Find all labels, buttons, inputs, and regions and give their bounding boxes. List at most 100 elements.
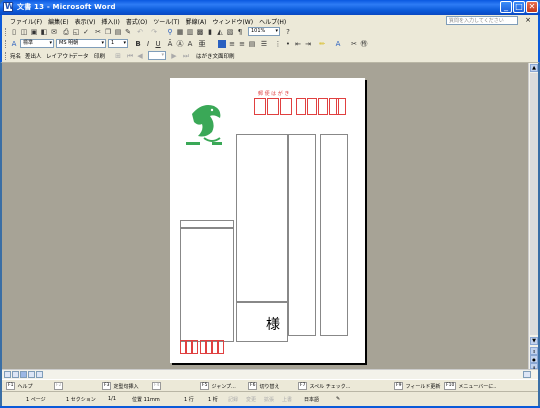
new-document-icon[interactable]: ▯ <box>10 28 18 36</box>
next-record-icon[interactable]: ▶ <box>170 52 178 60</box>
line-spacing-icon[interactable]: ☰ <box>260 40 268 48</box>
drawing-icon[interactable]: ◭ <box>216 28 224 36</box>
align-justify-icon[interactable]: ≡ <box>218 40 226 48</box>
redo-icon[interactable]: ↷ <box>150 28 158 36</box>
spelling-status-icon[interactable]: ✎ <box>336 396 340 402</box>
character-border-icon[interactable]: Ā <box>166 40 174 48</box>
prev-page-icon[interactable]: ⇞ <box>530 347 538 355</box>
fkey-f10[interactable]: F10 メニューバーに.. <box>444 382 496 390</box>
help-icon[interactable]: ? <box>284 28 292 36</box>
sender-company-field[interactable] <box>180 220 234 228</box>
minimize-button[interactable]: _ <box>500 1 512 13</box>
toolbar-grip[interactable] <box>5 52 7 60</box>
format-painter-icon[interactable]: ✎ <box>124 28 132 36</box>
address-field-3[interactable] <box>320 134 348 336</box>
distribute-icon[interactable]: ▤ <box>248 40 256 48</box>
insert-table-icon[interactable]: ▥ <box>186 28 194 36</box>
zoom-select[interactable]: 101% <box>248 27 280 36</box>
hyperlink-icon[interactable]: ⚲ <box>166 28 174 36</box>
hagaki-print-button[interactable]: はがき文面印刷 <box>196 52 235 60</box>
close-button[interactable]: ✕ <box>526 1 538 13</box>
columns-icon[interactable]: ▮ <box>206 28 214 36</box>
menu-view[interactable]: 表示(V) <box>75 17 96 26</box>
sender-zip-box[interactable] <box>218 340 224 354</box>
show-hide-icon[interactable]: ¶ <box>236 28 244 36</box>
save-icon[interactable]: ▣ <box>30 28 38 36</box>
permission-icon[interactable]: ◧ <box>40 28 48 36</box>
scroll-up-icon[interactable]: ▲ <box>530 64 538 72</box>
data-button[interactable]: データ <box>72 52 89 60</box>
zip-box[interactable] <box>267 98 279 115</box>
fkey-f7[interactable]: F7 スペル チェック... <box>298 382 350 390</box>
address-field-1[interactable] <box>236 134 288 302</box>
horizontal-scrollbar[interactable] <box>2 369 538 379</box>
status-ovr[interactable]: 上書 <box>282 396 292 403</box>
document-close-button[interactable]: × <box>525 16 531 24</box>
print-preview-icon[interactable]: ◱ <box>72 28 80 36</box>
email-icon[interactable]: ✉ <box>50 28 58 36</box>
zip-box[interactable] <box>318 98 328 115</box>
document-map-icon[interactable]: ▧ <box>226 28 234 36</box>
menu-edit[interactable]: 編集(E) <box>48 17 68 26</box>
status-rec[interactable]: 記録 <box>228 396 238 403</box>
prev-record-icon[interactable]: ◀ <box>136 52 144 60</box>
character-scale-icon[interactable]: ✂ <box>350 40 358 48</box>
underline-icon[interactable]: U <box>154 40 162 48</box>
last-record-icon[interactable]: ⏭ <box>182 52 190 60</box>
fkey-f1[interactable]: F1 ヘルプ <box>6 382 32 390</box>
highlight-icon[interactable]: ✏ <box>318 40 326 48</box>
zip-box[interactable] <box>336 98 346 115</box>
character-scaling-icon[interactable]: A <box>186 40 194 48</box>
align-center-icon[interactable]: ≡ <box>228 40 236 48</box>
numbering-icon[interactable]: ⋮ <box>274 40 282 48</box>
toolbar-grip[interactable] <box>5 40 7 48</box>
web-layout-view-icon[interactable] <box>12 371 19 378</box>
menu-format[interactable]: 書式(O) <box>126 17 147 26</box>
font-color-icon[interactable]: A <box>334 40 342 48</box>
zip-box[interactable] <box>254 98 266 115</box>
fkey-f6[interactable]: F6 切り替え <box>248 382 279 390</box>
cut-icon[interactable]: ✂ <box>94 28 102 36</box>
merge-icon[interactable]: ⊞ <box>114 52 122 60</box>
outline-view-icon[interactable] <box>28 371 35 378</box>
recipient-name-field[interactable] <box>236 302 288 342</box>
align-right-icon[interactable]: ≡ <box>238 40 246 48</box>
style-select[interactable]: 標準 <box>20 39 54 48</box>
fkey-f3[interactable]: F3 定型句挿入 <box>102 382 138 390</box>
fkey-f9[interactable]: F9 フィールド更新 <box>394 382 440 390</box>
open-folder-icon[interactable]: ◫ <box>20 28 28 36</box>
font-select[interactable]: MS 明朝 <box>56 39 106 48</box>
address-button[interactable]: 宛名 <box>10 52 21 60</box>
vertical-scrollbar[interactable]: ▲ ▼ ⇞ ● ⇟ <box>528 63 538 370</box>
copy-icon[interactable]: ❐ <box>104 28 112 36</box>
help-question-input[interactable]: 質問を入力してください <box>446 16 518 25</box>
reading-layout-view-icon[interactable] <box>36 371 43 378</box>
scroll-right-icon[interactable] <box>523 371 531 378</box>
menu-table[interactable]: 罫線(A) <box>186 17 207 26</box>
spelling-icon[interactable]: ✓ <box>82 28 90 36</box>
menu-tools[interactable]: ツール(T) <box>153 17 179 26</box>
italic-icon[interactable]: I <box>144 40 152 48</box>
increase-indent-icon[interactable]: ⇥ <box>304 40 312 48</box>
menu-help[interactable]: ヘルプ(H) <box>259 17 286 26</box>
insert-excel-icon[interactable]: ▩ <box>196 28 204 36</box>
print-layout-view-icon[interactable] <box>20 371 27 378</box>
sender-button[interactable]: 差出人 <box>25 52 42 60</box>
normal-view-icon[interactable] <box>4 371 11 378</box>
tables-borders-icon[interactable]: ▦ <box>176 28 184 36</box>
toolbar-grip[interactable] <box>5 28 7 36</box>
postcard-page[interactable]: 郵 便 は が き 様 <box>170 78 365 363</box>
sender-address-field[interactable] <box>180 228 234 342</box>
paste-icon[interactable]: ▤ <box>114 28 122 36</box>
sender-zip-box[interactable] <box>192 340 198 354</box>
zip-box[interactable] <box>307 98 317 115</box>
phonetic-guide-icon[interactable]: 亜 <box>198 40 206 48</box>
layout-button[interactable]: レイアウト <box>46 52 74 60</box>
styles-formatting-icon[interactable]: A <box>10 40 18 48</box>
menu-window[interactable]: ウィンドウ(W) <box>212 17 253 26</box>
print-button[interactable]: 印刷 <box>94 52 105 60</box>
status-trk[interactable]: 変更 <box>246 396 256 403</box>
maximize-button[interactable]: □ <box>513 1 525 13</box>
first-record-icon[interactable]: ⏮ <box>126 52 134 60</box>
font-size-select[interactable]: 1 <box>108 39 128 48</box>
